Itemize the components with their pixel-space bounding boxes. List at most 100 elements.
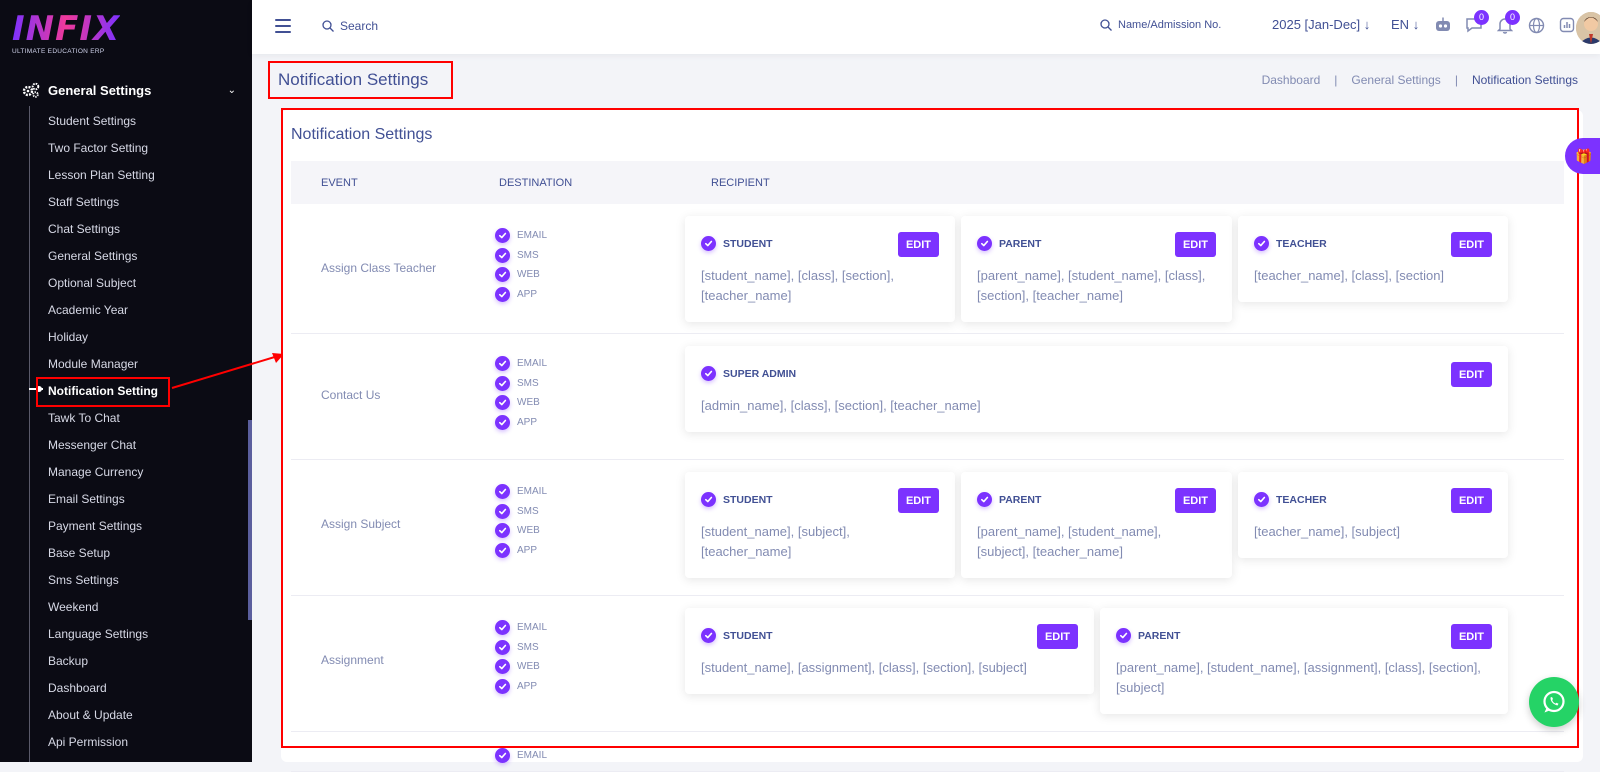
event-name: Assign Class Teacher	[321, 261, 437, 275]
destination-email-checkbox[interactable]: EMAIL	[495, 746, 547, 766]
recipient-variables: [student_name], [subject], [teacher_name…	[701, 524, 850, 559]
sidebar-item-sms-settings[interactable]: Sms Settings	[48, 567, 158, 594]
sidebar-item-optional-subject[interactable]: Optional Subject	[48, 270, 158, 297]
sidebar-item-payment-settings[interactable]: Payment Settings	[48, 513, 158, 540]
logo-tagline: ULTIMATE EDUCATION ERP	[12, 48, 105, 55]
check-icon[interactable]	[1254, 236, 1269, 251]
destination-email-checkbox[interactable]: EMAIL	[495, 618, 547, 638]
recipient-role: STUDENT	[723, 237, 773, 250]
recipient-card-student: STUDENT EDIT [student_name], [class], [s…	[685, 216, 955, 322]
search-box[interactable]: Search	[322, 19, 378, 33]
sidebar-item-about-update[interactable]: About & Update	[48, 702, 158, 729]
destination-email-checkbox[interactable]: EMAIL	[495, 482, 547, 502]
admission-search[interactable]: Name/Admission No.	[1100, 19, 1221, 31]
destination-app-checkbox[interactable]: APP	[495, 677, 547, 697]
sidebar-item-chat-settings[interactable]: Chat Settings	[48, 216, 158, 243]
check-icon[interactable]	[1116, 628, 1131, 643]
check-icon[interactable]	[701, 628, 716, 643]
edit-button[interactable]: EDIT	[897, 232, 939, 257]
check-icon[interactable]	[701, 366, 716, 381]
sidebar-item-staff-settings[interactable]: Staff Settings	[48, 189, 158, 216]
destination-web-checkbox[interactable]: WEB	[495, 657, 547, 677]
sidebar-item-base-setup[interactable]: Base Setup	[48, 540, 158, 567]
recipient-variables: [parent_name], [student_name], [class], …	[977, 268, 1206, 303]
destination-app-checkbox[interactable]: APP	[495, 541, 547, 561]
recipient-header: TEACHER	[1254, 492, 1327, 507]
sidebar-item-two-factor-setting[interactable]: Two Factor Setting	[48, 135, 158, 162]
edit-button[interactable]: EDIT	[1450, 488, 1492, 513]
check-icon[interactable]	[701, 236, 716, 251]
edit-button[interactable]: EDIT	[1450, 624, 1492, 649]
sidebar-item-academic-year[interactable]: Academic Year	[48, 297, 158, 324]
destination-app-checkbox[interactable]: APP	[495, 285, 547, 305]
check-icon[interactable]	[977, 236, 992, 251]
search-icon	[322, 20, 334, 32]
check-icon[interactable]	[977, 492, 992, 507]
sidebar-item-language-settings[interactable]: Language Settings	[48, 621, 158, 648]
destination-web-checkbox[interactable]: WEB	[495, 521, 547, 541]
sidebar-item-messenger-chat[interactable]: Messenger Chat	[48, 432, 158, 459]
check-icon	[495, 620, 510, 636]
sidebar-item-general-settings[interactable]: General Settings	[48, 243, 158, 270]
destination-sms-checkbox[interactable]: SMS	[495, 638, 547, 658]
globe-icon[interactable]	[1525, 14, 1547, 36]
sidebar-item-dashboard[interactable]: Dashboard	[48, 675, 158, 702]
sidebar-item-module-manager[interactable]: Module Manager	[48, 351, 158, 378]
destination-sms-checkbox[interactable]: SMS	[495, 502, 547, 522]
edit-button[interactable]: EDIT	[1450, 362, 1492, 387]
analytics-icon[interactable]	[1556, 14, 1578, 36]
sidebar-item-api-permission[interactable]: Api Permission	[48, 729, 158, 756]
destination-label: WEB	[517, 269, 540, 281]
destination-sms-checkbox[interactable]: SMS	[495, 246, 547, 266]
edit-button[interactable]: EDIT	[1174, 232, 1216, 257]
sidebar-menu: Student Settings Two Factor Setting Lesson…	[48, 108, 158, 756]
sidebar-item-holiday[interactable]: Holiday	[48, 324, 158, 351]
gift-icon[interactable]: 🎁	[1565, 138, 1600, 174]
recipient-variables: [teacher_name], [class], [section]	[1254, 268, 1445, 283]
sidebar-item-student-settings[interactable]: Student Settings	[48, 108, 158, 135]
recipient-role: SUPER ADMIN	[723, 367, 797, 380]
check-icon	[495, 748, 510, 764]
destination-email-checkbox[interactable]: EMAIL	[495, 354, 547, 374]
edit-button[interactable]: EDIT	[1036, 624, 1078, 649]
breadcrumb-general-settings[interactable]: General Settings	[1351, 73, 1440, 87]
destination-web-checkbox[interactable]: WEB	[495, 265, 547, 285]
breadcrumb-dashboard[interactable]: Dashboard	[1262, 73, 1321, 87]
sidebar-item-tawk-to-chat[interactable]: Tawk To Chat	[48, 405, 158, 432]
sidebar-item-backup[interactable]: Backup	[48, 648, 158, 675]
whatsapp-button[interactable]	[1529, 677, 1579, 727]
destination-label: WEB	[517, 397, 540, 409]
destination-email-checkbox[interactable]: EMAIL	[495, 226, 547, 246]
sidebar-item-lesson-plan-setting[interactable]: Lesson Plan Setting	[48, 162, 158, 189]
sidebar-group-general-settings[interactable]: General Settings ⌄	[22, 80, 236, 100]
sidebar-item-manage-currency[interactable]: Manage Currency	[48, 459, 158, 486]
check-icon[interactable]	[701, 492, 716, 507]
menu-toggle-icon[interactable]	[275, 19, 291, 33]
user-avatar[interactable]	[1576, 12, 1600, 44]
check-icon	[495, 659, 510, 675]
chat-icon[interactable]: 0	[1463, 10, 1489, 36]
language-select[interactable]: EN ↓	[1391, 17, 1419, 32]
recipient-variables: [parent_name], [student_name], [assignme…	[1116, 660, 1481, 695]
edit-button[interactable]: EDIT	[1450, 232, 1492, 257]
table-row: Contact Us EMAIL SMS WEB APP SUPER ADMIN EDI…	[291, 334, 1564, 460]
logo[interactable]: INFIX ULTIMATE EDUCATION ERP	[12, 12, 120, 55]
edit-button[interactable]: EDIT	[897, 488, 939, 513]
destination-sms-checkbox[interactable]: SMS	[495, 374, 547, 394]
edit-button[interactable]: EDIT	[1174, 488, 1216, 513]
search-label: Search	[340, 19, 379, 33]
destination-app-checkbox[interactable]: APP	[495, 413, 547, 433]
bell-icon[interactable]: 0	[1494, 10, 1520, 36]
sidebar-item-weekend[interactable]: Weekend	[48, 594, 158, 621]
destination-web-checkbox[interactable]: WEB	[495, 393, 547, 413]
academic-year-select[interactable]: 2025 [Jan-Dec] ↓	[1272, 17, 1370, 32]
robot-icon[interactable]	[1432, 14, 1454, 36]
sidebar-tree-line	[29, 106, 30, 762]
recipient-role: TEACHER	[1276, 237, 1327, 250]
destination-label: EMAIL	[517, 750, 548, 762]
sidebar-item-email-settings[interactable]: Email Settings	[48, 486, 158, 513]
recipient-header: TEACHER	[1254, 236, 1327, 251]
check-icon	[495, 267, 510, 283]
sidebar-scrollbar[interactable]	[248, 420, 252, 620]
check-icon[interactable]	[1254, 492, 1269, 507]
